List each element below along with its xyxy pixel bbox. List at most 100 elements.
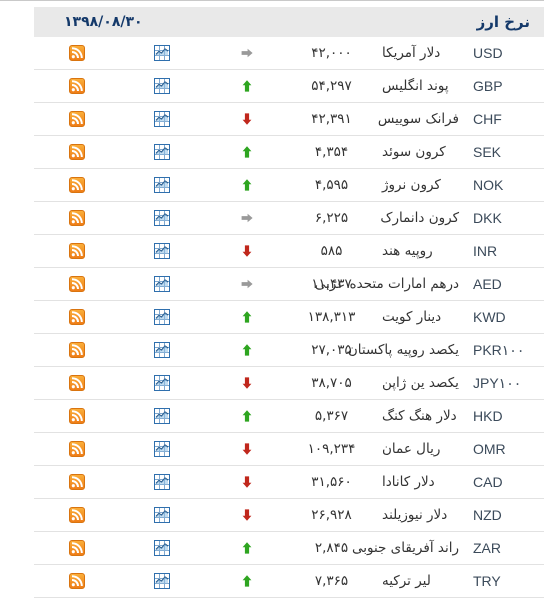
chart-grid-icon[interactable]: [153, 507, 170, 523]
currency-code: ZAR: [459, 531, 544, 565]
chart-grid-icon[interactable]: [153, 111, 170, 127]
chart-cell: [119, 135, 204, 169]
rss-feed-icon[interactable]: [68, 177, 85, 193]
chart-grid-icon[interactable]: [153, 210, 170, 226]
currency-name: یکصد ین ژاپن: [374, 366, 459, 400]
trend-cell: [204, 399, 289, 433]
rss-cell: [34, 531, 119, 565]
rss-cell: [34, 465, 119, 499]
rss-feed-icon[interactable]: [68, 540, 85, 556]
currency-code: NZD: [459, 498, 544, 532]
trend-cell: [204, 465, 289, 499]
rss-feed-icon[interactable]: [68, 243, 85, 259]
trend-cell: [204, 366, 289, 400]
chart-grid-icon[interactable]: [153, 144, 170, 160]
currency-code: AED: [459, 267, 544, 301]
rss-feed-icon[interactable]: [68, 573, 85, 589]
rss-feed-icon[interactable]: [68, 309, 85, 325]
chart-grid-icon[interactable]: [153, 408, 170, 424]
chart-grid-icon[interactable]: [153, 78, 170, 94]
currency-price: ۳۱,۵۶۰: [289, 465, 374, 499]
currency-code: USD: [459, 37, 544, 70]
currency-name: فرانک سوییس: [374, 102, 459, 136]
arrow-up-icon: [240, 310, 254, 324]
currency-price: ۷,۳۶۵: [289, 564, 374, 598]
table-row: USD دلار آمریکا ۴۲,۰۰۰: [34, 37, 544, 70]
currency-code: NOK: [459, 168, 544, 202]
arrow-up-icon: [240, 409, 254, 423]
chart-grid-icon[interactable]: [153, 243, 170, 259]
chart-grid-icon[interactable]: [153, 573, 170, 589]
chart-cell: [119, 498, 204, 532]
trend-cell: [204, 201, 289, 235]
currency-price: ۴۲,۰۰۰: [289, 37, 374, 70]
currency-price: ۴۲,۳۹۱: [289, 102, 374, 136]
rss-cell: [34, 366, 119, 400]
arrow-down-icon: [240, 475, 254, 489]
currency-price: ۵۸۵: [289, 234, 374, 268]
table-row: AED درهم امارات متحده عربی ۱۱,۴۳۷: [34, 267, 544, 301]
currency-name: درهم امارات متحده عربی: [315, 267, 459, 301]
rss-feed-icon[interactable]: [68, 474, 85, 490]
chart-cell: [119, 399, 204, 433]
trend-cell: [204, 333, 289, 367]
rss-cell: [34, 37, 119, 70]
table-body: USD دلار آمریکا ۴۲,۰۰۰ GBP پوند انگلیس ۵۴,۲۹…: [34, 37, 544, 598]
currency-name: پوند انگلیس: [374, 69, 459, 103]
table-row: NZD دلار نیوزیلند ۲۶,۹۲۸: [34, 498, 544, 532]
chart-grid-icon[interactable]: [153, 45, 170, 61]
chart-cell: [119, 465, 204, 499]
currency-code: PKR۱۰۰: [459, 333, 544, 367]
chart-grid-icon[interactable]: [153, 540, 170, 556]
currency-code: INR: [459, 234, 544, 268]
rss-cell: [34, 267, 119, 301]
rss-feed-icon[interactable]: [68, 441, 85, 457]
rss-feed-icon[interactable]: [68, 408, 85, 424]
currency-name: کرون نروژ: [374, 168, 459, 202]
chart-grid-icon[interactable]: [153, 375, 170, 391]
currency-name: لیر ترکیه: [374, 564, 459, 598]
arrow-down-icon: [240, 508, 254, 522]
arrow-right-icon: [240, 277, 254, 291]
currency-code: KWD: [459, 300, 544, 334]
chart-grid-icon[interactable]: [153, 177, 170, 193]
arrow-down-icon: [240, 112, 254, 126]
currency-name: ریال عمان: [374, 432, 459, 466]
rss-cell: [34, 168, 119, 202]
arrow-down-icon: [240, 376, 254, 390]
chart-grid-icon[interactable]: [153, 309, 170, 325]
chart-cell: [119, 69, 204, 103]
chart-grid-icon[interactable]: [153, 342, 170, 358]
currency-price: ۴,۵۹۵: [289, 168, 374, 202]
rss-cell: [34, 234, 119, 268]
table-row: CAD دلار کانادا ۳۱,۵۶۰: [34, 465, 544, 499]
trend-cell: [204, 531, 289, 565]
rss-feed-icon[interactable]: [68, 144, 85, 160]
arrow-up-icon: [240, 79, 254, 93]
rss-feed-icon[interactable]: [68, 276, 85, 292]
chart-grid-icon[interactable]: [153, 474, 170, 490]
rss-feed-icon[interactable]: [68, 342, 85, 358]
chart-grid-icon[interactable]: [153, 276, 170, 292]
rss-feed-icon[interactable]: [68, 210, 85, 226]
currency-price: ۱۰۹,۲۳۴: [289, 432, 374, 466]
arrow-down-icon: [240, 442, 254, 456]
table-row: HKD دلار هنگ کنگ ۵,۳۶۷: [34, 399, 544, 433]
rss-feed-icon[interactable]: [68, 507, 85, 523]
currency-name: دینار کویت: [374, 300, 459, 334]
currency-code: OMR: [459, 432, 544, 466]
chart-cell: [119, 531, 204, 565]
rss-feed-icon[interactable]: [68, 375, 85, 391]
rss-cell: [34, 300, 119, 334]
chart-grid-icon[interactable]: [153, 441, 170, 457]
chart-cell: [119, 37, 204, 70]
currency-price: ۴,۳۵۴: [289, 135, 374, 169]
chart-cell: [119, 267, 204, 301]
currency-name: دلار نیوزیلند: [374, 498, 459, 532]
table-row: GBP پوند انگلیس ۵۴,۲۹۷: [34, 69, 544, 103]
currency-price: ۵۴,۲۹۷: [289, 69, 374, 103]
rss-feed-icon[interactable]: [68, 111, 85, 127]
rss-feed-icon[interactable]: [68, 78, 85, 94]
currency-code: TRY: [459, 564, 544, 598]
rss-feed-icon[interactable]: [68, 45, 85, 61]
